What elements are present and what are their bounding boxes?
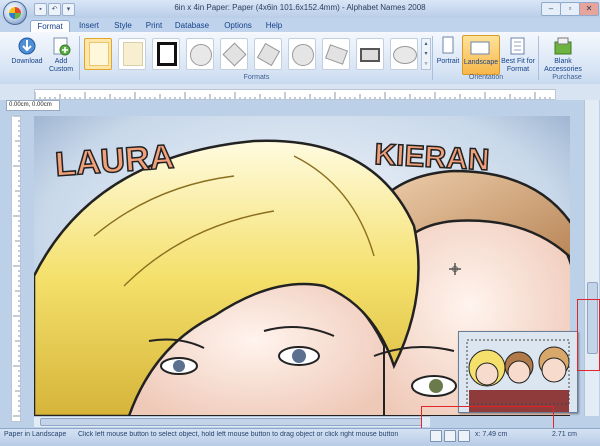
add-icon [53,37,71,56]
format-thumb-rotated[interactable] [254,38,282,70]
status-hint: Click left mouse button to select object… [78,431,399,438]
undo-icon[interactable]: ↶ [48,3,61,16]
maximize-icon[interactable]: ▫ [560,2,580,16]
minimize-icon[interactable]: – [541,2,561,16]
close-icon[interactable]: ✕ [579,2,599,16]
landscape-button[interactable]: Landscape [462,35,500,75]
tab-help[interactable]: Help [262,20,286,32]
portrait-icon [442,36,454,54]
cursor-coordinates: 0.00cm, 0.00cm [6,100,60,111]
status-x-coordinate: x: 7.49 cm [475,431,508,438]
format-thumb-round[interactable] [288,38,316,70]
window-title: 6in x 4in Paper: Paper (4x6in 101.6x152.… [174,3,426,12]
preview-thumbnail[interactable] [458,331,578,413]
status-mode: Paper in Landscape [4,431,67,438]
blank-accessories-icon [554,37,572,55]
save-icon[interactable]: ▪ [34,3,47,16]
name-label-right[interactable]: KIERAN [373,137,491,177]
tab-print[interactable]: Print [142,20,166,32]
portrait-button[interactable]: Portrait [435,36,461,72]
zoom-out-icon[interactable] [430,430,442,442]
qat-dropdown-icon[interactable]: ▾ [62,3,75,16]
format-thumb-tilted-2[interactable] [322,38,350,70]
tab-database[interactable]: Database [172,20,212,32]
zoom-in-icon[interactable] [458,430,470,442]
horizontal-scrollbar[interactable] [34,416,430,427]
blank-accessories-button[interactable]: Blank Accessories [541,36,585,74]
download-label: Download [11,58,43,65]
landscape-label: Landscape [463,59,499,66]
format-thumb-film[interactable] [356,38,384,70]
bestfit-icon [510,37,525,55]
tab-options[interactable]: Options [220,20,256,32]
format-thumb-plain-selected[interactable] [84,38,112,70]
horizontal-ruler[interactable] [34,89,556,100]
format-thumb-cream[interactable] [118,38,146,70]
status-y-coordinate: 2.71 cm [552,431,577,438]
bestfit-button[interactable]: Best Fit for Format [500,36,536,74]
bestfit-label: Best Fit for Format [501,58,535,73]
office-orb-icon[interactable] [3,1,27,25]
highlight-box-scroll [577,299,600,371]
formats-group-label: Formats [243,74,270,81]
format-thumb-oval[interactable] [390,38,418,70]
zoom-fit-icon[interactable] [444,430,456,442]
download-button[interactable]: Download [10,36,44,74]
format-thumb-tilted[interactable] [220,38,248,70]
add-custom-label: Add Custom [48,58,74,73]
landscape-icon [470,41,490,55]
tab-insert[interactable]: Insert [74,20,104,32]
download-icon [18,37,36,55]
gallery-scroll[interactable]: ▴ ▾ ▿ [421,38,431,70]
tab-style[interactable]: Style [110,20,136,32]
format-thumb-circle[interactable] [186,38,214,70]
separator [79,36,80,80]
portrait-label: Portrait [436,58,460,65]
blank-accessories-label: Blank Accessories [544,58,582,73]
add-custom-button[interactable]: Add Custom [45,36,77,74]
purchase-group-label: Purchase [552,74,582,81]
format-thumb-black-frame[interactable] [152,38,180,70]
vertical-ruler[interactable] [11,115,21,422]
separator [538,36,539,80]
orientation-group-label: Orientation [468,74,504,81]
